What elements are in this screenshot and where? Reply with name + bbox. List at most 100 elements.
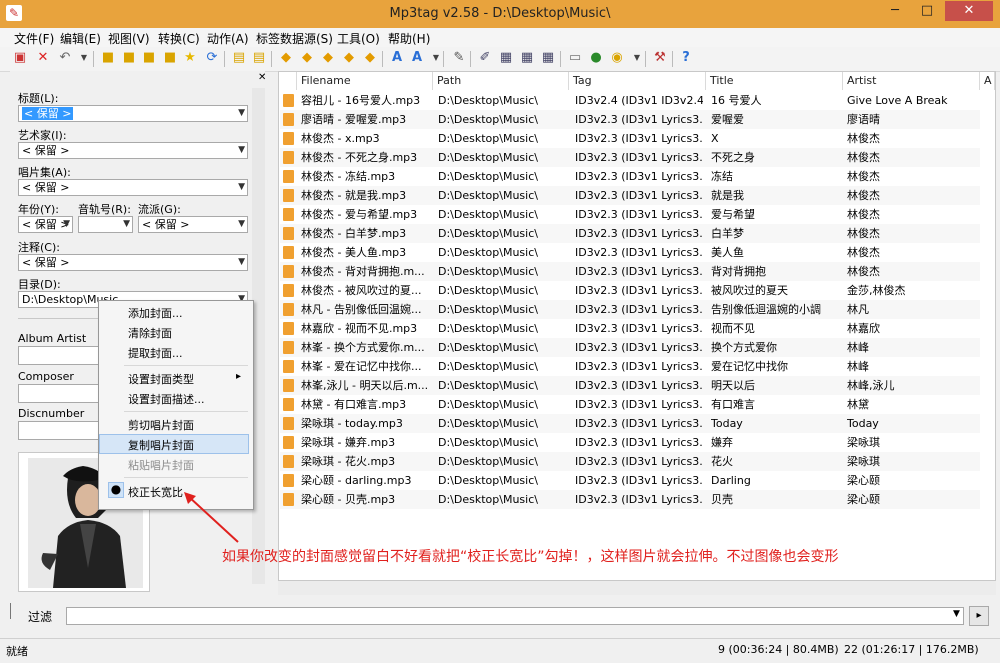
script-icon[interactable]: ✐	[477, 50, 493, 66]
add-folder-icon[interactable]: ■	[121, 50, 137, 66]
maximize-button[interactable]: □	[912, 1, 942, 21]
artist-field[interactable]: < 保留 > ▼	[18, 142, 248, 159]
title-field[interactable]: < 保留 > ▼	[18, 105, 248, 122]
freedb-icon[interactable]: ◉	[609, 50, 625, 66]
source-dropdown-icon[interactable]: ▼	[629, 50, 645, 66]
genre-field[interactable]: < 保留 > ▼	[138, 216, 248, 233]
cell-artist: 林俊杰	[847, 151, 880, 164]
filename-to-tag-icon[interactable]: ◆	[299, 50, 315, 66]
menu-separator	[124, 365, 248, 366]
tag-to-tag-icon[interactable]: ◆	[362, 50, 378, 66]
delete-icon[interactable]: ✕	[35, 50, 51, 66]
column-header-filename[interactable]: Filename	[297, 72, 433, 90]
annotation-text: 如果你改变的封面感觉留白不好看就把“校正长宽比”勾掉！，这样图片就会拉伸。不过图…	[222, 549, 839, 565]
cell-title: 16 号爱人	[711, 94, 762, 107]
track-field[interactable]: ▼	[78, 216, 133, 233]
edit-icon[interactable]: ✎	[451, 50, 467, 66]
tools-icon[interactable]: ⚒	[652, 50, 668, 66]
menu-extract-cover[interactable]: 提取封面...	[128, 345, 183, 361]
menu-paste-cover[interactable]: 粘贴唱片封面	[128, 457, 194, 473]
cell-tag: ID3v2.3 (ID3v1 Lyrics3...	[575, 208, 703, 221]
column-header-artist[interactable]: Artist	[843, 72, 980, 90]
export-icon[interactable]: ▤	[231, 50, 247, 66]
discnumber-field[interactable]	[18, 421, 100, 440]
list-icon[interactable]: ▦	[540, 50, 556, 66]
favorite-star-icon[interactable]: ★	[182, 50, 198, 66]
comment-field[interactable]: < 保留 > ▼	[18, 254, 248, 271]
tag-to-text-icon[interactable]: ◆	[341, 50, 357, 66]
header-icon-column[interactable]	[279, 72, 297, 90]
open-folder-icon[interactable]: ■	[100, 50, 116, 66]
column-header-album[interactable]: A	[980, 72, 995, 90]
cell-filename: 林俊杰 - 被风吹过的夏...	[301, 284, 422, 297]
menu-edit[interactable]: 编辑(E)	[60, 30, 101, 47]
cell-path: D:\Desktop\Music\	[438, 455, 538, 468]
menu-copy-cover[interactable]: 复制唱片封面	[128, 437, 194, 453]
web-source-icon[interactable]: ▭	[567, 50, 583, 66]
refresh-icon[interactable]: ⟳	[204, 50, 220, 66]
artist-label: 艺术家(I):	[18, 129, 67, 142]
cell-title: 明天以后	[711, 379, 755, 392]
checked-bullet-icon: ●	[108, 482, 124, 498]
close-button[interactable]: ✕	[945, 1, 993, 21]
menu-cut-cover[interactable]: 剪切唱片封面	[128, 417, 194, 433]
menu-correct-aspect-ratio[interactable]: 校正长宽比	[128, 484, 183, 500]
help-icon[interactable]: ?	[678, 50, 694, 66]
import-icon[interactable]: ▤	[251, 50, 267, 66]
menu-tag-sources[interactable]: 标签数据源(S)	[256, 30, 333, 47]
album-artist-field[interactable]	[18, 346, 100, 365]
cell-tag: ID3v2.3 (ID3v1 Lyrics3...	[575, 322, 703, 335]
menu-tools[interactable]: 工具(O)	[337, 30, 380, 47]
minimize-button[interactable]: ─	[880, 1, 910, 21]
cell-tag: ID3v2.3 (ID3v1 Lyrics3...	[575, 113, 703, 126]
cell-artist: 林俊杰	[847, 227, 880, 240]
cell-artist: 林俊杰	[847, 189, 880, 202]
menu-remove-cover[interactable]: 清除封面	[128, 325, 172, 341]
case-conversion-icon[interactable]: A	[409, 50, 425, 66]
menu-action[interactable]: 动作(A)	[207, 30, 249, 47]
app-icon[interactable]: ✎	[6, 5, 22, 21]
folder-star-icon[interactable]: ■	[162, 50, 178, 66]
column-header-tag[interactable]: Tag	[569, 72, 706, 90]
column-header-path[interactable]: Path	[433, 72, 569, 90]
text-to-tag-icon[interactable]: ◆	[320, 50, 336, 66]
cell-tag: ID3v2.3 (ID3v1 Lyrics3...	[575, 151, 703, 164]
cell-title: X	[711, 132, 719, 145]
menu-help[interactable]: 帮助(H)	[388, 30, 430, 47]
cell-filename: 梁咏琪 - 花火.mp3	[301, 455, 396, 468]
filter-dropdown-icon[interactable]: ▼	[953, 609, 960, 619]
cell-title: 美人鱼	[711, 246, 744, 259]
year-field[interactable]: < 保留 > ▼	[18, 216, 73, 233]
filter-handle[interactable]	[10, 603, 15, 619]
menu-add-cover[interactable]: 添加封面...	[128, 305, 183, 321]
cell-artist: 梁咏琪	[847, 436, 880, 449]
save-icon[interactable]: ▣	[12, 50, 28, 66]
filter-input[interactable]	[66, 607, 964, 625]
menu-convert[interactable]: 转换(C)	[158, 30, 200, 47]
mp3-file-icon	[283, 94, 294, 107]
composer-field[interactable]	[18, 384, 100, 403]
filter-go-button[interactable]: ▸	[969, 606, 989, 626]
playlist-icon[interactable]: ▦	[498, 50, 514, 66]
globe-icon[interactable]: ●	[588, 50, 604, 66]
cell-artist: 林嘉欣	[847, 322, 880, 335]
cell-path: D:\Desktop\Music\	[438, 170, 538, 183]
close-panel-icon[interactable]: ✕	[258, 72, 266, 83]
horizontal-scrollbar[interactable]	[278, 581, 996, 595]
cell-filename: 梁咏琪 - today.mp3	[301, 417, 403, 430]
menu-file[interactable]: 文件(F)	[14, 30, 54, 47]
undo-icon[interactable]: ↶	[57, 50, 73, 66]
actions-dropdown-icon[interactable]: ▼	[428, 50, 444, 66]
album-field[interactable]: < 保留 > ▼	[18, 179, 248, 196]
sort-icon[interactable]: ▦	[519, 50, 535, 66]
cell-path: D:\Desktop\Music\	[438, 94, 538, 107]
menu-view[interactable]: 视图(V)	[108, 30, 150, 47]
tag-to-filename-icon[interactable]: ◆	[278, 50, 294, 66]
undo-dropdown-icon[interactable]: ▼	[76, 50, 92, 66]
actions-icon[interactable]: A	[389, 50, 405, 66]
menu-set-cover-type[interactable]: 设置封面类型	[128, 371, 194, 387]
folder-icon[interactable]: ■	[141, 50, 157, 66]
menu-set-cover-description[interactable]: 设置封面描述...	[128, 391, 205, 407]
column-header-title[interactable]: Title	[706, 72, 843, 90]
track-label: 音轨号(R):	[78, 203, 131, 216]
